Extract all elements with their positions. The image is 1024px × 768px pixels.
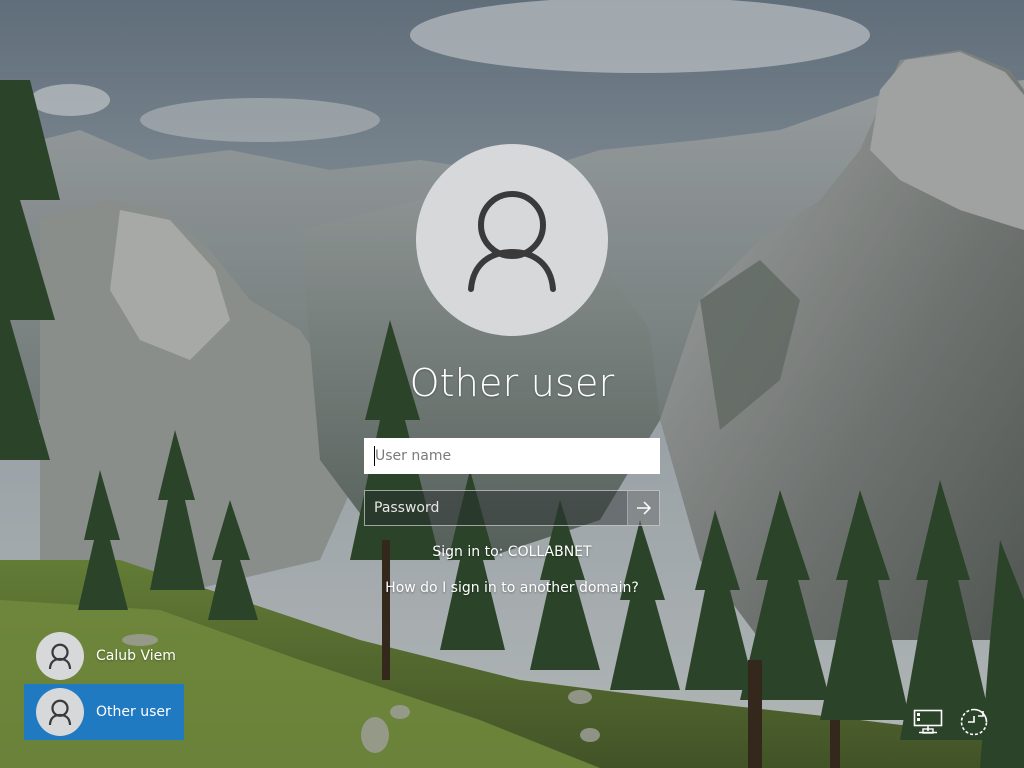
arrow-right-icon (636, 501, 651, 515)
user-tile-label: Other user (96, 704, 171, 720)
ease-of-access-button[interactable] (956, 704, 992, 740)
text-caret (374, 446, 375, 466)
user-tile-other-user[interactable]: Other user (24, 684, 184, 740)
lock-screen: Other user Sign in to: COLLABNET How do … (0, 0, 1024, 768)
selected-user-name: Other user (409, 361, 615, 405)
network-icon (913, 709, 943, 734)
selected-user-avatar (416, 144, 608, 336)
user-tile-calub-viem[interactable]: Calub Viem (24, 628, 184, 684)
user-silhouette-icon (48, 643, 72, 669)
password-input[interactable] (365, 491, 627, 525)
submit-button[interactable] (627, 491, 659, 525)
user-tile-avatar (36, 688, 84, 736)
user-tile-avatar (36, 632, 84, 680)
user-silhouette-icon (48, 699, 72, 725)
network-button[interactable] (910, 704, 946, 740)
other-domain-help-link[interactable]: How do I sign in to another domain? (312, 578, 712, 598)
sign-in-domain-text: Sign in to: COLLABNET (432, 544, 592, 560)
user-silhouette-icon (468, 191, 556, 292)
username-input[interactable] (364, 438, 660, 474)
user-tile-label: Calub Viem (96, 648, 176, 664)
password-field-group (364, 490, 660, 526)
ease-of-access-icon (960, 708, 988, 736)
